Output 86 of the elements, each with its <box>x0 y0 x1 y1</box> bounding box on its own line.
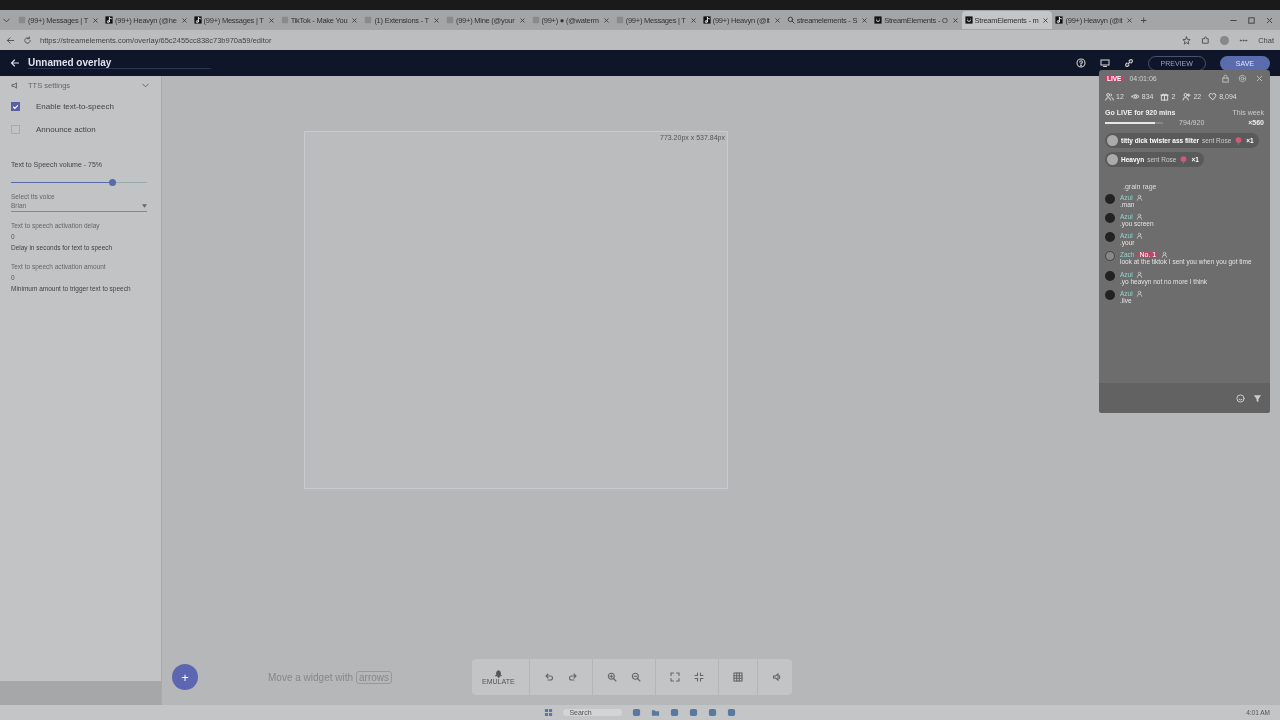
back-arrow-icon[interactable] <box>10 58 20 68</box>
rose-icon <box>1179 155 1189 164</box>
new-tab-button[interactable]: + <box>1140 14 1147 26</box>
folder-icon[interactable] <box>650 708 660 717</box>
avatar <box>1105 213 1115 224</box>
redo-icon[interactable] <box>567 672 578 682</box>
close-icon[interactable] <box>518 16 526 24</box>
add-widget-button[interactable]: + <box>172 664 198 690</box>
close-icon[interactable] <box>351 16 359 24</box>
shrink-icon[interactable] <box>693 672 704 682</box>
check-icon <box>12 102 19 111</box>
speaker-icon <box>11 81 20 90</box>
close-icon[interactable] <box>602 16 610 24</box>
avatar <box>1105 232 1115 243</box>
note-icon <box>702 16 711 24</box>
emoji-icon[interactable] <box>1236 393 1245 403</box>
close-icon[interactable] <box>1042 16 1050 24</box>
people-icon <box>1105 92 1114 101</box>
reload-icon[interactable] <box>23 35 32 45</box>
help-icon[interactable] <box>1075 58 1086 68</box>
link-icon[interactable] <box>1123 58 1134 68</box>
page-icon <box>280 16 289 24</box>
note-icon <box>1055 16 1064 24</box>
page-icon <box>364 16 373 24</box>
person-icon <box>1135 289 1143 297</box>
face-icon <box>964 16 973 24</box>
eye-icon <box>1130 92 1140 101</box>
gift-icon <box>1160 92 1170 101</box>
star-icon[interactable] <box>1182 35 1192 45</box>
lock-icon[interactable] <box>1221 74 1230 83</box>
settings-icon[interactable] <box>1238 74 1247 83</box>
checkbox-label: Announce action <box>36 125 96 134</box>
close-icon[interactable] <box>92 16 100 24</box>
close-icon[interactable] <box>432 16 440 24</box>
avatar <box>1105 270 1115 281</box>
person-icon <box>1135 232 1143 240</box>
note-icon <box>193 16 202 24</box>
filter-icon[interactable] <box>1253 393 1262 403</box>
checkbox-label: Enable text-to-speech <box>36 102 114 111</box>
bell-icon <box>493 669 503 678</box>
zoom-out-icon[interactable] <box>630 672 641 682</box>
close-icon[interactable] <box>1255 74 1264 83</box>
face-icon <box>874 16 883 24</box>
page-icon <box>531 16 540 24</box>
close-icon[interactable] <box>1265 15 1274 25</box>
note-icon <box>105 16 114 24</box>
undo-icon[interactable] <box>543 672 554 682</box>
fullscreen-icon[interactable] <box>669 672 680 682</box>
person-icon <box>1161 251 1169 259</box>
overlay-title[interactable]: Unnamed overlay <box>28 57 212 69</box>
checkbox[interactable] <box>11 125 20 134</box>
back-icon[interactable] <box>6 35 15 45</box>
close-icon[interactable] <box>689 16 697 24</box>
dropdown-arrow-icon[interactable] <box>142 203 147 208</box>
volume-icon[interactable] <box>771 672 782 682</box>
avatar <box>1105 251 1115 262</box>
rose-icon <box>1234 136 1244 145</box>
heart-icon <box>1208 92 1218 101</box>
person-icon <box>1135 213 1143 221</box>
person-icon <box>1135 194 1143 201</box>
chevron-icon[interactable] <box>141 81 150 90</box>
avatar <box>1105 194 1115 204</box>
close-icon[interactable] <box>773 16 781 24</box>
grid-icon[interactable] <box>732 672 743 682</box>
avatar <box>1107 135 1118 146</box>
page-icon <box>18 16 26 24</box>
profile-avatar[interactable] <box>1220 35 1230 45</box>
page-icon <box>615 16 624 24</box>
close-icon[interactable] <box>267 16 275 24</box>
app-icon[interactable] <box>631 708 641 717</box>
windows-icon[interactable] <box>544 708 554 717</box>
maximize-icon[interactable] <box>1247 15 1256 25</box>
checkbox[interactable] <box>11 102 20 111</box>
monitor-icon[interactable] <box>1099 58 1110 68</box>
close-icon[interactable] <box>861 16 869 24</box>
close-icon[interactable] <box>180 16 188 24</box>
avatar <box>1107 154 1118 165</box>
avatar <box>1105 289 1115 300</box>
close-icon[interactable] <box>951 16 959 24</box>
zoom-in-icon[interactable] <box>606 672 617 682</box>
page-icon <box>445 16 454 24</box>
close-icon[interactable] <box>1126 16 1134 24</box>
person-add-icon <box>1182 92 1192 101</box>
search-icon <box>786 16 795 24</box>
person-icon <box>1135 270 1143 278</box>
slider-thumb[interactable] <box>109 179 116 186</box>
